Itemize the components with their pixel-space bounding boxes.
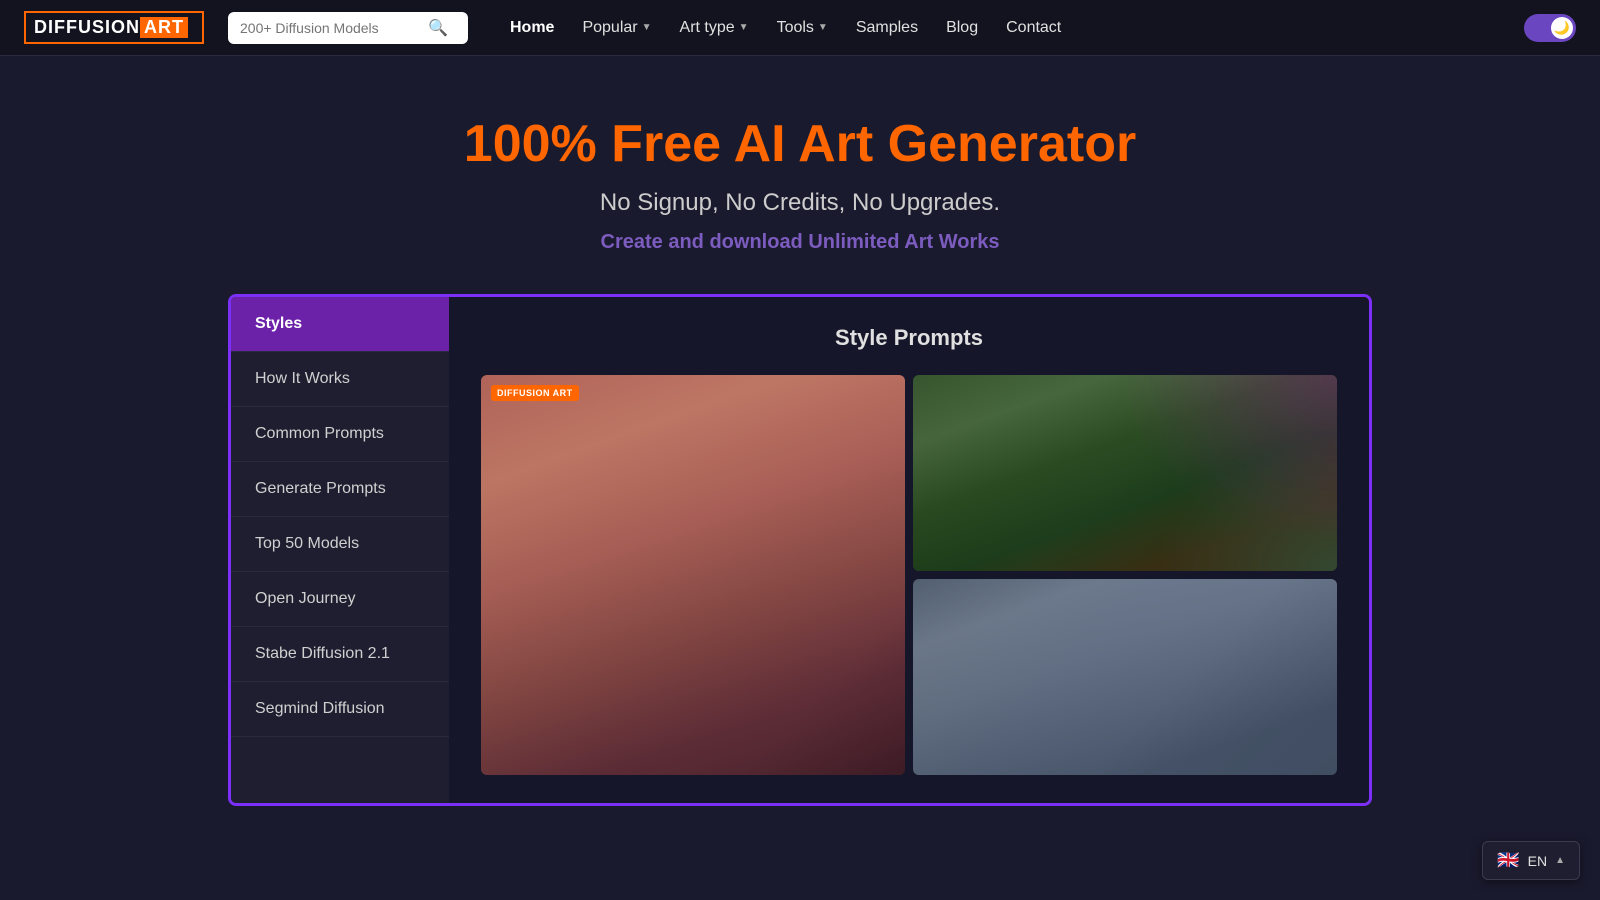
hero-title: 100% Free AI Art Generator <box>20 116 1580 173</box>
style-image-main[interactable]: DIFFUSION ART <box>481 375 905 775</box>
language-selector[interactable]: 🇬🇧 EN ▲ <box>1482 841 1580 880</box>
lang-flag: 🇬🇧 <box>1497 850 1519 871</box>
sidebar-item-open-journey[interactable]: Open Journey <box>231 572 449 627</box>
sidebar-item-generate-prompts[interactable]: Generate Prompts <box>231 462 449 517</box>
lang-code: EN <box>1528 853 1547 869</box>
content-title: Style Prompts <box>481 325 1337 351</box>
nav-home[interactable]: Home <box>500 11 564 45</box>
navbar: DIFFUSION ART 🔍 Home Popular ▼ Art type … <box>0 0 1600 56</box>
search-bar: 🔍 <box>228 12 468 44</box>
image-grid: DIFFUSION ART <box>481 375 1337 775</box>
style-image-bottom-right[interactable] <box>913 579 1337 775</box>
hero-cta: Create and download Unlimited Art Works <box>20 231 1580 254</box>
sidebar-item-stable-diffusion[interactable]: Stabe Diffusion 2.1 <box>231 627 449 682</box>
logo-diffusion-text: DIFFUSION <box>34 17 140 38</box>
hero-section: 100% Free AI Art Generator No Signup, No… <box>0 56 1600 294</box>
style-image-top-right[interactable] <box>913 375 1337 571</box>
content-area: Style Prompts DIFFUSION ART <box>449 297 1369 803</box>
nav-links: Home Popular ▼ Art type ▼ Tools ▼ Sample… <box>500 11 1071 45</box>
sidebar-item-common-prompts[interactable]: Common Prompts <box>231 407 449 462</box>
sidebar: Styles How It Works Common Prompts Gener… <box>231 297 449 803</box>
sidebar-item-how-it-works[interactable]: How It Works <box>231 352 449 407</box>
theme-toggle[interactable]: 🌙 <box>1524 14 1576 42</box>
sidebar-item-styles[interactable]: Styles <box>231 297 449 352</box>
logo[interactable]: DIFFUSION ART <box>24 11 204 44</box>
nav-tools[interactable]: Tools ▼ <box>767 11 838 45</box>
hero-subtitle: No Signup, No Credits, No Upgrades. <box>20 189 1580 217</box>
nav-samples[interactable]: Samples <box>846 11 928 45</box>
nav-art-type[interactable]: Art type ▼ <box>670 11 759 45</box>
sidebar-item-segmind-diffusion[interactable]: Segmind Diffusion <box>231 682 449 737</box>
search-input[interactable] <box>240 20 420 36</box>
lang-chevron: ▲ <box>1555 855 1565 866</box>
sidebar-item-top-50-models[interactable]: Top 50 Models <box>231 517 449 572</box>
search-button[interactable]: 🔍 <box>428 18 448 38</box>
main-container: Styles How It Works Common Prompts Gener… <box>228 294 1372 806</box>
nav-blog[interactable]: Blog <box>936 11 988 45</box>
watermark: DIFFUSION ART <box>491 385 579 401</box>
logo-art-text: ART <box>140 17 188 38</box>
nav-contact[interactable]: Contact <box>996 11 1071 45</box>
theme-toggle-knob: 🌙 <box>1551 17 1573 39</box>
nav-popular[interactable]: Popular ▼ <box>572 11 661 45</box>
